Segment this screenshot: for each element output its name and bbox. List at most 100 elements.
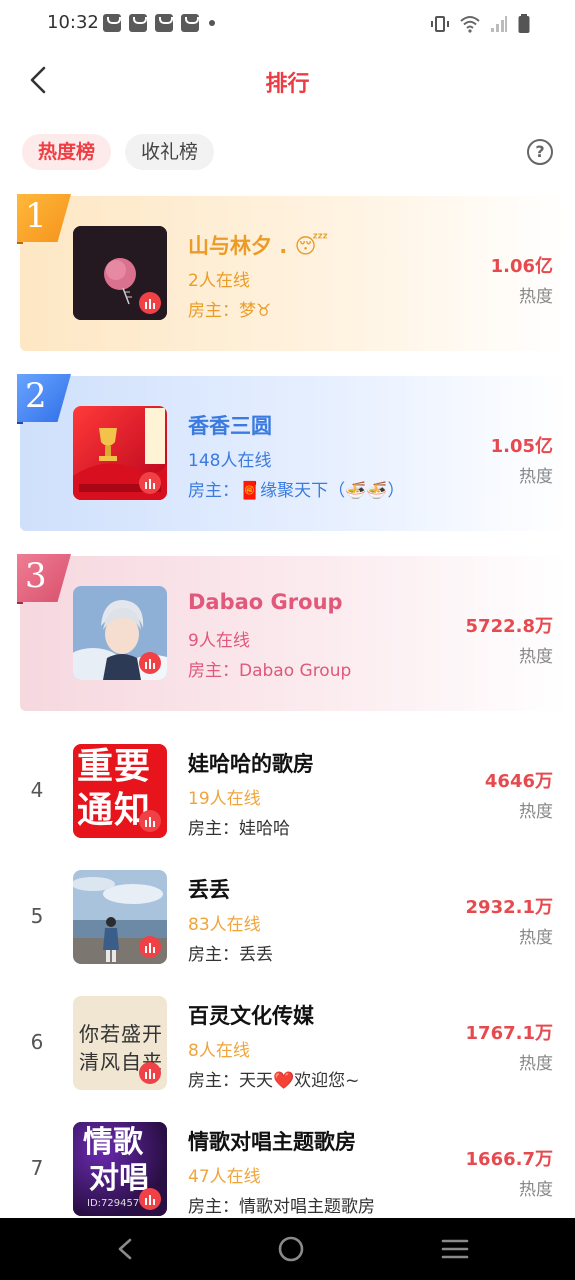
heat-value: 1767.1万 bbox=[465, 1023, 553, 1044]
owner-name: 梦♉ bbox=[239, 301, 272, 321]
room-name: Dabao Group bbox=[188, 590, 343, 614]
rank-number: 1 bbox=[25, 196, 47, 236]
ranking-row-7[interactable]: 7 情歌 对唱 ID:729457 情歌对唱主题歌房 47人在线 房主：情歌对唱… bbox=[0, 1118, 575, 1218]
room-avatar bbox=[73, 406, 167, 500]
heat-label: 热度 bbox=[519, 467, 553, 487]
owner-name: 丢丢 bbox=[239, 945, 273, 965]
rank-badge: 2 bbox=[17, 374, 71, 426]
circle-home-icon bbox=[278, 1236, 303, 1262]
live-audio-icon bbox=[139, 472, 161, 494]
tab-gift-ranking[interactable]: 收礼榜 bbox=[125, 134, 215, 170]
page-title: 排行 bbox=[265, 72, 310, 97]
heat-value: 1.05亿 bbox=[490, 436, 553, 457]
room-avatar: 情歌 对唱 ID:729457 bbox=[73, 1122, 167, 1216]
room-avatar bbox=[73, 870, 167, 964]
help-button[interactable]: ? bbox=[527, 139, 553, 165]
rank-number: 3 bbox=[25, 556, 47, 596]
ranking-row-6[interactable]: 6 你若盛开 清风自来 百灵文化传媒 8人在线 房主：天天❤️欢迎您~ 1767… bbox=[0, 992, 575, 1092]
room-owner: 房主：情歌对唱主题歌房 bbox=[188, 1192, 375, 1217]
ranking-row-5[interactable]: 5 丢丢 83人在线 房主：丢丢 2932.1万 热度 bbox=[0, 866, 575, 966]
heat-value: 5722.8万 bbox=[465, 616, 553, 637]
room-name: 山与林夕 . 😴 bbox=[188, 234, 329, 258]
owner-prefix: 房主： bbox=[188, 301, 239, 321]
ranking-tabs: 热度榜 收礼榜 bbox=[22, 134, 215, 170]
ranking-card-3[interactable]: 3 Dabao Group 9人在线 房主：Dabao Group 5722.8… bbox=[17, 554, 568, 711]
avatar-text-line: 重要 bbox=[77, 746, 152, 787]
room-owner: 房主：Dabao Group bbox=[188, 656, 351, 681]
status-time: 10:32 bbox=[47, 12, 99, 33]
notification-icons bbox=[103, 14, 215, 32]
ranking-row-4[interactable]: 4 重要 通知 娃哈哈的歌房 19人在线 房主：娃哈哈 4646万 热度 bbox=[0, 740, 575, 840]
rank-number: 4 bbox=[30, 778, 44, 802]
room-online-count: 148人在线 bbox=[188, 451, 272, 471]
live-audio-icon bbox=[139, 292, 161, 314]
owner-prefix: 房主： bbox=[188, 819, 239, 839]
room-avatar bbox=[73, 226, 167, 320]
avatar-text-line: 对唱 bbox=[89, 1161, 149, 1196]
room-avatar: 你若盛开 清风自来 bbox=[73, 996, 167, 1090]
status-bar: 10:32 bbox=[0, 0, 575, 48]
hamburger-menu-icon bbox=[441, 1239, 469, 1259]
rank-number: 7 bbox=[30, 1156, 44, 1180]
ranking-card-1[interactable]: 1 山与林夕 . 😴 2人在线 房主：梦♉ 1.06亿 热度 bbox=[17, 194, 568, 351]
room-online-count: 9人在线 bbox=[188, 631, 250, 651]
header: 排行 bbox=[0, 48, 575, 112]
avatar-text-line: 情歌 bbox=[83, 1125, 143, 1160]
owner-name: 天天❤️欢迎您~ bbox=[239, 1071, 360, 1091]
room-owner: 房主：🧧缘聚天下（🍜🍜） bbox=[188, 476, 405, 501]
system-navigation-bar bbox=[0, 1218, 575, 1280]
avatar-text-line: ID:729457 bbox=[87, 1198, 140, 1209]
room-owner: 房主：天天❤️欢迎您~ bbox=[188, 1066, 359, 1091]
owner-name: 娃哈哈 bbox=[239, 819, 290, 839]
room-online-count: 2人在线 bbox=[188, 271, 250, 291]
owner-prefix: 房主： bbox=[188, 1197, 239, 1217]
heat-label: 热度 bbox=[519, 647, 553, 667]
heat-label: 热度 bbox=[519, 802, 553, 822]
live-audio-icon bbox=[139, 810, 161, 832]
heat-value: 2932.1万 bbox=[465, 897, 553, 918]
room-name: 娃哈哈的歌房 bbox=[188, 752, 314, 776]
heat-label: 热度 bbox=[519, 1054, 553, 1074]
wifi-icon bbox=[460, 16, 480, 33]
room-name: 百灵文化传媒 bbox=[188, 1004, 314, 1028]
more-notifications-dot-icon bbox=[209, 20, 215, 26]
room-online-count: 47人在线 bbox=[188, 1167, 261, 1187]
rank-number: 5 bbox=[30, 904, 44, 928]
shopping-bag-notification-icon bbox=[129, 14, 147, 32]
ranking-card-2[interactable]: 2 香香三圆 148人在线 房主：🧧缘聚天下（🍜🍜） 1.05亿 热度 bbox=[17, 374, 568, 531]
heat-label: 热度 bbox=[519, 287, 553, 307]
nav-menu-button[interactable] bbox=[437, 1231, 473, 1267]
room-owner: 房主：梦♉ bbox=[188, 296, 271, 321]
rank-badge: 1 bbox=[17, 194, 71, 246]
question-circle-icon: ? bbox=[535, 142, 545, 161]
nav-home-button[interactable] bbox=[273, 1231, 309, 1267]
room-online-count: 19人在线 bbox=[188, 789, 261, 809]
avatar-text-line: 你若盛开 bbox=[79, 1022, 163, 1046]
live-audio-icon bbox=[139, 652, 161, 674]
vibrate-icon bbox=[431, 16, 449, 32]
room-owner: 房主：娃哈哈 bbox=[188, 814, 290, 839]
shopping-bag-notification-icon bbox=[155, 14, 173, 32]
heat-label: 热度 bbox=[519, 1180, 553, 1200]
system-icons bbox=[430, 14, 530, 34]
room-name: 香香三圆 bbox=[188, 414, 272, 438]
owner-prefix: 房主： bbox=[188, 481, 239, 501]
room-owner: 房主：丢丢 bbox=[188, 940, 273, 965]
owner-prefix: 房主： bbox=[188, 945, 239, 965]
live-audio-icon bbox=[139, 936, 161, 958]
room-avatar bbox=[73, 586, 167, 680]
owner-prefix: 房主： bbox=[188, 661, 239, 681]
tab-heat-ranking[interactable]: 热度榜 bbox=[22, 134, 112, 170]
room-online-count: 8人在线 bbox=[188, 1041, 250, 1061]
room-name: 丢丢 bbox=[188, 878, 230, 902]
rank-number: 6 bbox=[30, 1030, 44, 1054]
heat-label: 热度 bbox=[519, 928, 553, 948]
rank-badge: 3 bbox=[17, 554, 71, 606]
owner-name: 情歌对唱主题歌房 bbox=[239, 1197, 375, 1217]
nav-back-button[interactable] bbox=[108, 1231, 144, 1267]
owner-name: Dabao Group bbox=[239, 661, 352, 681]
live-audio-icon bbox=[139, 1062, 161, 1084]
heat-value: 4646万 bbox=[484, 771, 553, 792]
heat-value: 1666.7万 bbox=[465, 1149, 553, 1170]
room-online-count: 83人在线 bbox=[188, 915, 261, 935]
